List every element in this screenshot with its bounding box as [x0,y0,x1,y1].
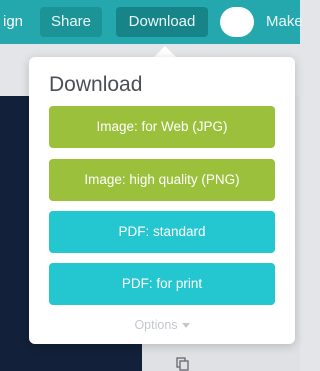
design-menu-button[interactable]: ign [0,7,26,37]
more-options-toggle[interactable]: Options [29,318,295,332]
options-label: Options [134,318,178,332]
popup-pointer [154,46,176,57]
popup-title: Download [49,73,143,96]
chevron-down-icon [181,323,190,329]
copy-page-icon[interactable] [174,355,190,371]
download-pdf-print-button[interactable]: PDF: for print [49,263,275,305]
download-jpg-button[interactable]: Image: for Web (JPG) [49,106,275,148]
top-toolbar: ign Share Download Make [0,0,303,44]
download-button[interactable]: Download [116,7,208,37]
toggle-switch[interactable] [220,7,254,37]
make-button[interactable]: Make [266,7,303,37]
download-pdf-standard-button[interactable]: PDF: standard [49,211,275,253]
share-button[interactable]: Share [40,7,102,37]
download-png-button[interactable]: Image: high quality (PNG) [49,159,275,201]
download-popup: Download Image: for Web (JPG) Image: hig… [29,57,295,344]
